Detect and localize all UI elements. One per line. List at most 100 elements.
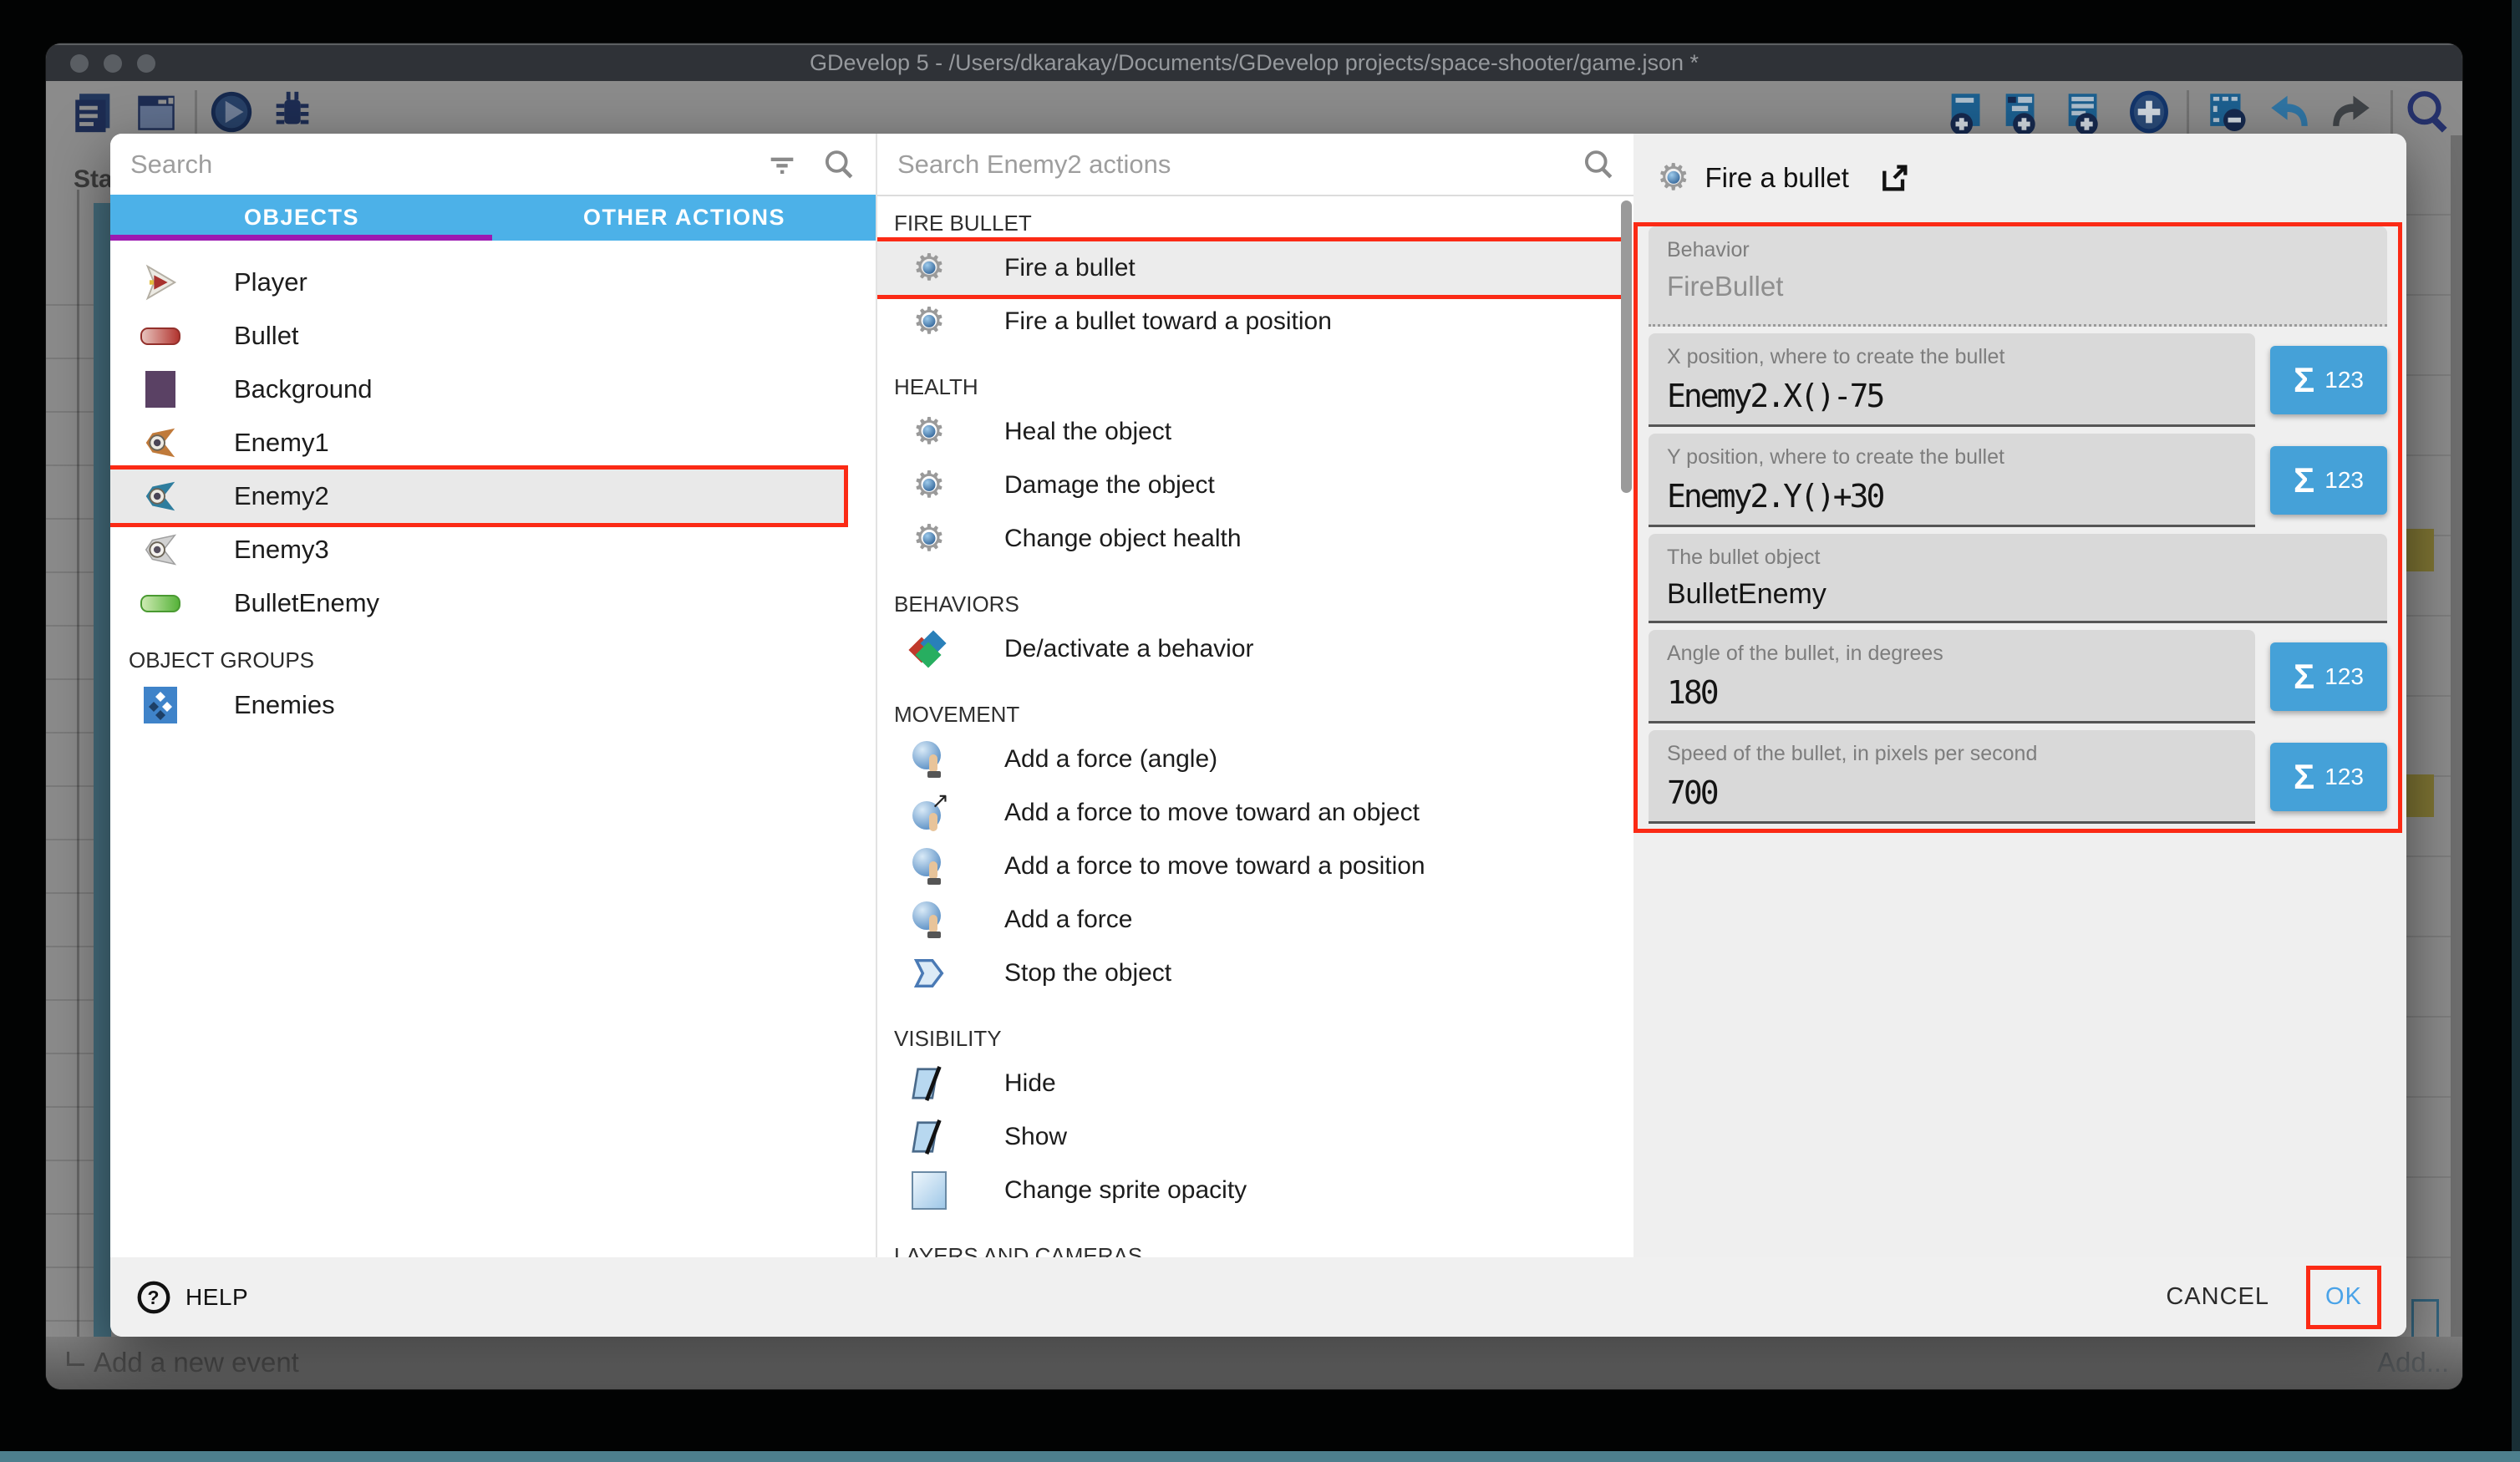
add-more-label: Add... [2377,1347,2449,1378]
parameter-label: Behavior [1667,238,2387,262]
object-group-item-enemies[interactable]: Enemies [110,678,876,732]
gdevelop-window: GDevelop 5 - /Users/dkarakay/Documents/G… [46,43,2462,1389]
help-label: HELP [185,1284,248,1311]
action-item[interactable]: ⚙Damage the object [877,459,1635,512]
cancel-button[interactable]: CANCEL [2166,1283,2269,1311]
object-list-item-enemy2[interactable]: Enemy2 [110,470,844,523]
action-section: VISIBILITYHideShowChange sprite opacity [877,1012,1635,1229]
parameter-value: 180 [1667,674,2255,721]
minimize-window-button[interactable] [104,54,122,73]
parameters-header: ⚙ Fire a bullet [1633,134,2406,222]
action-item[interactable]: ⚙Fire a bullet toward a position [877,295,1635,348]
parameter-field[interactable]: Speed of the bullet, in pixels per secon… [1649,730,2255,824]
help-button[interactable]: ? HELP [135,1279,248,1316]
action-item[interactable]: ⚙Change object health [877,512,1635,566]
tab-other-actions[interactable]: OTHER ACTIONS [493,195,876,241]
search-icon [1580,147,1615,182]
parameter-row: Speed of the bullet, in pixels per secon… [1649,730,2387,824]
close-window-button[interactable] [70,54,89,73]
search-icon [821,147,856,182]
object-list-item-bullet[interactable]: Bullet [110,309,876,363]
tab-objects[interactable]: OBJECTS [110,195,493,241]
parameter-value: Enemy2.X()-75 [1667,378,2255,424]
object-group-list: Enemies [110,678,876,732]
action-section-title: LAYERS AND CAMERAS [877,1237,1635,1257]
parameter-field[interactable]: The bullet objectBulletEnemy [1649,534,2387,623]
action-item[interactable]: Add a force to move toward a position [877,840,1635,893]
parameter-field[interactable]: BehaviorFireBullet [1649,226,2387,327]
dialog-footer: ? HELP CANCEL OK [110,1257,2406,1337]
toolbar-separator [2390,90,2393,134]
parameter-row: The bullet objectBulletEnemy [1649,534,2387,623]
actions-scrollbar-thumb[interactable] [1621,201,1632,493]
expression-123-label: 123 [2324,764,2364,790]
action-label: Show [1004,1123,1067,1151]
delete-selection-icon [2204,88,2253,136]
project-manager-icon [69,88,118,136]
object-list: PlayerBulletBackground Enemy1 Enemy2Enemy3… [110,241,876,630]
parameter-field[interactable]: Angle of the bullet, in degrees180 [1649,630,2255,723]
object-list-item-enemy1[interactable]: Enemy1 [110,416,876,470]
instruction-editor-dialog: OBJECTS OTHER ACTIONS PlayerBulletBackgr… [110,134,2406,1337]
action-item[interactable]: ⚙Heal the object [877,405,1635,459]
action-label: Add a force (angle) [1004,745,1217,774]
action-item[interactable]: Hide [877,1057,1635,1110]
object-list-item-bulletenemy[interactable]: BulletEnemy [110,576,876,630]
visibility-slash-icon [909,1117,949,1157]
ok-button[interactable]: OK [2306,1266,2381,1329]
purple-square-icon [140,369,180,409]
background-selected-event [2406,774,2434,817]
actions-panel: FIRE BULLET⚙Fire a bullet⚙Fire a bullet … [876,134,1635,1257]
action-item[interactable]: Stop the object [877,947,1635,1000]
action-section: LAYERS AND CAMERAS [877,1229,1635,1257]
expression-builder-button[interactable]: Σ123 [2270,743,2387,811]
action-label: Fire a bullet toward a position [1004,307,1332,336]
action-section-title: HEALTH [877,368,1635,405]
action-list: FIRE BULLET⚙Fire a bullet⚙Fire a bullet … [877,196,1635,1257]
parameter-label: Y position, where to create the bullet [1667,445,2255,470]
parameter-value: Enemy2.Y()+30 [1667,478,2255,525]
expression-builder-button[interactable]: Σ123 [2270,346,2387,414]
parameter-row: BehaviorFireBullet [1649,226,2387,327]
object-list-item-enemy3[interactable]: Enemy3 [110,523,876,576]
gear-icon: ⚙ [909,465,949,505]
action-item[interactable]: Add a force (angle) [877,733,1635,786]
red-bullet-icon [140,316,180,356]
parameters-panel: ⚙ Fire a bullet BehaviorFireBulletX posi… [1633,134,2406,1337]
expression-123-label: 123 [2324,663,2364,690]
zoom-search-icon [2402,88,2451,136]
action-label: De/activate a behavior [1004,635,1254,663]
expression-123-label: 123 [2324,467,2364,494]
expression-builder-button[interactable]: Σ123 [2270,446,2387,515]
event-tree-mark [67,1352,84,1366]
expression-builder-button[interactable]: Σ123 [2270,642,2387,711]
filter-icon[interactable] [765,148,799,181]
force-icon [909,900,949,940]
action-label: Change object health [1004,525,1242,553]
footer-actions: CANCEL OK [2166,1266,2381,1329]
window-titlebar: GDevelop 5 - /Users/dkarakay/Documents/G… [46,43,2462,81]
action-item[interactable]: Change sprite opacity [877,1164,1635,1217]
open-in-new-icon[interactable] [1877,161,1911,195]
undo-icon [2265,88,2314,136]
object-label: Enemy1 [234,428,329,458]
action-item[interactable]: De/activate a behavior [877,622,1635,676]
action-item[interactable]: ↗Add a force to move toward an object [877,786,1635,840]
action-section: MOVEMENTAdd a force (angle)↗Add a force … [877,688,1635,1012]
green-bullet-icon [140,583,180,623]
action-item[interactable]: Show [877,1110,1635,1164]
action-item[interactable]: ⚙Fire a bullet [877,241,1628,295]
scene-window-icon [132,88,180,136]
objects-search-input[interactable] [129,149,744,180]
add-comment-icon [1943,88,1992,136]
action-section: BEHAVIORSDe/activate a behavior [877,577,1635,688]
object-group-icon [140,685,180,725]
zoom-window-button[interactable] [137,54,155,73]
parameter-field[interactable]: X position, where to create the bulletEn… [1649,333,2255,427]
parameter-value: BulletEnemy [1667,578,2387,621]
action-item[interactable]: Add a force [877,893,1635,947]
object-list-item-player[interactable]: Player [110,256,876,309]
actions-search-input[interactable] [896,149,1558,180]
parameter-field[interactable]: Y position, where to create the bullet En… [1649,434,2255,527]
object-list-item-background[interactable]: Background [110,363,876,416]
